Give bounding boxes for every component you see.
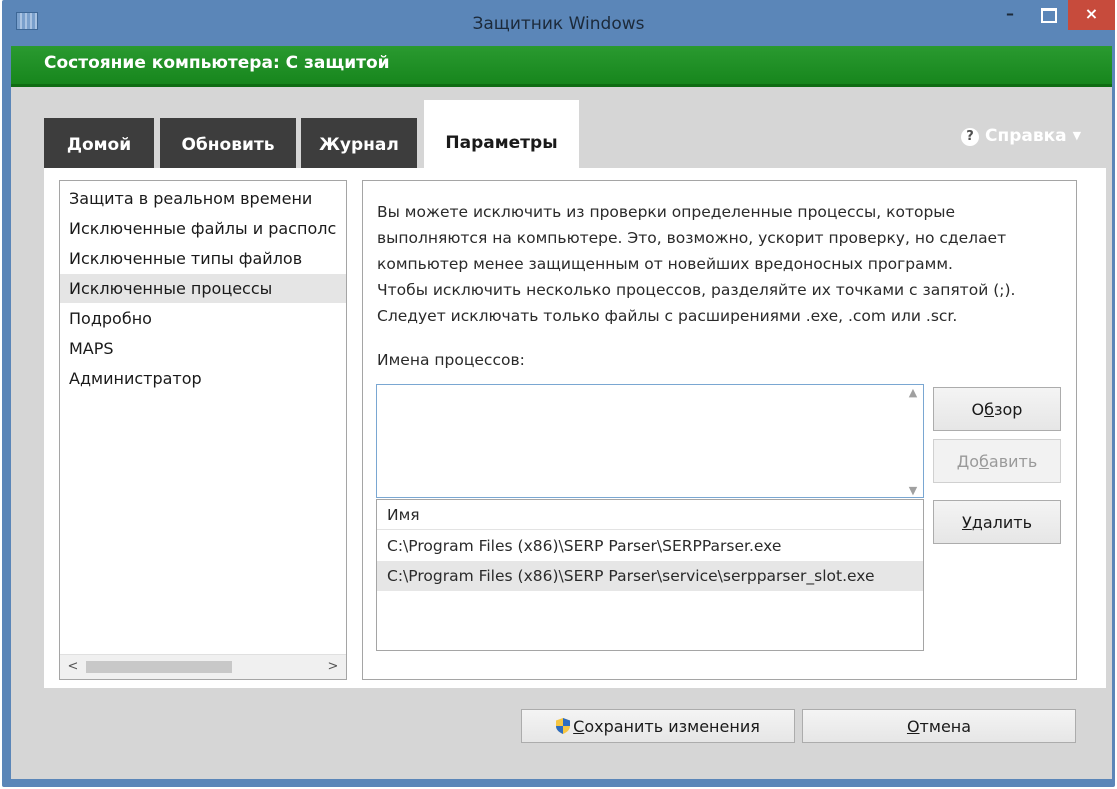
browse-button[interactable]: Обзор — [933, 387, 1061, 431]
maximize-icon — [1041, 8, 1057, 23]
nav-item-administrator[interactable]: Администратор — [60, 364, 346, 393]
close-button[interactable]: × — [1068, 0, 1115, 30]
nav-horizontal-scrollbar[interactable]: < > — [60, 654, 346, 679]
title-bar[interactable]: Защитник Windows – × — [2, 0, 1115, 46]
status-text: Состояние компьютера: С защитой — [44, 53, 390, 73]
chevron-down-icon: ▼ — [1072, 129, 1082, 142]
minimize-button[interactable]: – — [990, 0, 1030, 30]
description-text: Вы можете исключить из проверки определе… — [377, 203, 1016, 325]
nav-item-excluded-file-types[interactable]: Исключенные типы файлов — [60, 244, 346, 273]
tab-settings[interactable]: Параметры — [424, 100, 579, 172]
scroll-right-icon[interactable]: > — [324, 657, 342, 677]
window-title: Защитник Windows — [472, 14, 645, 34]
excluded-process-list: Имя C:\Program Files (x86)\SERP Parser\S… — [376, 499, 924, 651]
shield-icon — [556, 718, 571, 734]
process-names-input[interactable] — [376, 384, 924, 498]
add-button[interactable]: Добавить — [933, 439, 1061, 483]
tab-update[interactable]: Обновить — [160, 118, 296, 168]
list-item[interactable]: C:\Program Files (x86)\SERP Parser\servi… — [377, 561, 923, 591]
cancel-button[interactable]: Отмена — [802, 709, 1076, 743]
scroll-left-icon[interactable]: < — [64, 657, 82, 677]
nav-item-excluded-processes[interactable]: Исключенные процессы — [60, 274, 346, 303]
excluded-processes-pane: Вы можете исключить из проверки определе… — [362, 180, 1077, 680]
nav-item-advanced[interactable]: Подробно — [60, 304, 346, 333]
help-icon: ? — [961, 128, 979, 146]
tab-history[interactable]: Журнал — [301, 118, 417, 168]
scroll-thumb[interactable] — [86, 661, 232, 673]
settings-panel: Защита в реальном времени Исключенные фа… — [44, 168, 1106, 688]
settings-nav: Защита в реальном времени Исключенные фа… — [59, 180, 347, 680]
nav-item-maps[interactable]: MAPS — [60, 334, 346, 363]
status-bar: Состояние компьютера: С защитой — [11, 46, 1112, 87]
window-frame: Защитник Windows – × Состояние компьютер… — [2, 0, 1115, 787]
help-label: Справка — [985, 126, 1067, 146]
maximize-button[interactable] — [1032, 0, 1066, 30]
tab-home[interactable]: Домой — [44, 118, 154, 168]
list-column-header-name[interactable]: Имя — [377, 500, 923, 530]
process-names-label: Имена процессов: — [377, 351, 525, 369]
list-item[interactable]: C:\Program Files (x86)\SERP Parser\SERPP… — [377, 531, 923, 561]
help-menu[interactable]: ? Справка ▼ — [961, 126, 1081, 146]
nav-item-excluded-files[interactable]: Исключенные файлы и располс — [60, 214, 346, 243]
window-body: Состояние компьютера: С защитой Домой Об… — [11, 46, 1112, 779]
nav-item-realtime-protection[interactable]: Защита в реальном времени — [60, 184, 346, 213]
save-changes-button[interactable]: Сохранить изменения — [521, 709, 795, 743]
remove-button[interactable]: Удалить — [933, 500, 1061, 544]
